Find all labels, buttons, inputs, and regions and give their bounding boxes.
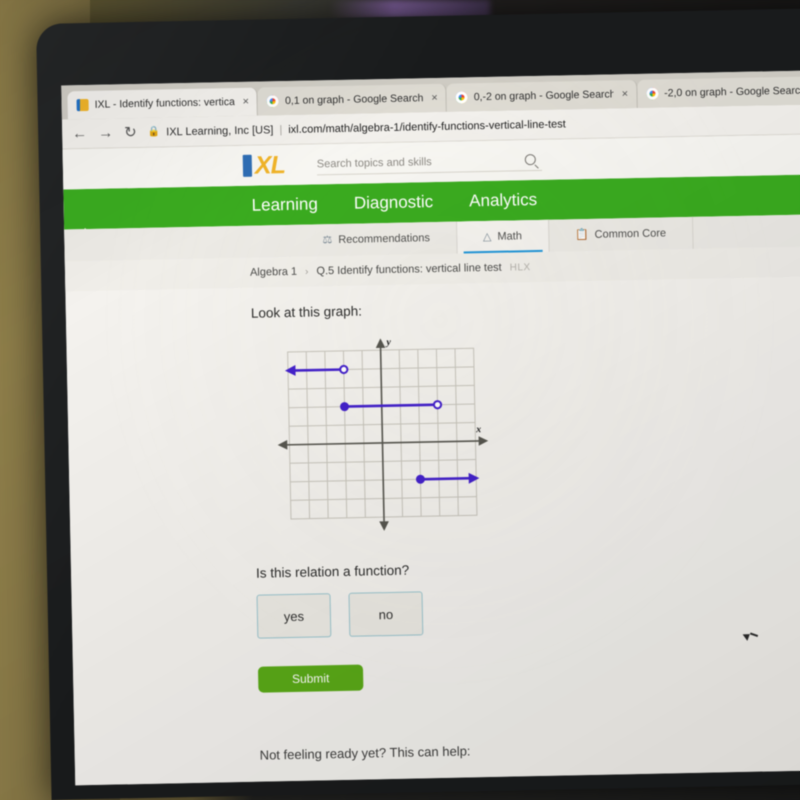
subnav-item-common-core[interactable]: 📋 Common Core (548, 216, 694, 252)
tab-title: IXL - Identify functions: vertica (94, 96, 235, 111)
browser-tab-0[interactable]: IXL - Identify functions: vertica × (67, 87, 259, 120)
search-placeholder: Search topics and skills (316, 155, 432, 170)
recommendations-icon: ⚖ (322, 233, 333, 246)
skill-code-badge: HLX (509, 261, 531, 274)
browser-tab-3[interactable]: -2,0 on graph - Google Search × (636, 76, 800, 108)
submit-button[interactable]: Submit (257, 664, 364, 693)
search-input[interactable]: Search topics and skills (316, 148, 543, 176)
close-icon[interactable]: × (242, 96, 249, 108)
nav-item-learning[interactable]: Learning (251, 194, 318, 215)
answer-option-yes[interactable]: yes (256, 593, 332, 639)
breadcrumb-course[interactable]: Algebra 1 (250, 266, 297, 279)
nav-item-analytics[interactable]: Analytics (469, 190, 537, 211)
subnav-label: Common Core (594, 227, 667, 241)
subnav-item-recommendations[interactable]: ⚖ Recommendations (296, 221, 458, 257)
tab-title: -2,0 on graph - Google Search (664, 84, 800, 100)
math-icon: △ (482, 230, 492, 243)
tab-title: 0,-2 on graph - Google Search (473, 88, 614, 104)
subnav-item-math[interactable]: △ Math (456, 219, 550, 254)
closed-circle-endpoint (415, 474, 425, 484)
subnav-label: Recommendations (338, 232, 431, 246)
closed-circle-endpoint (340, 402, 350, 412)
google-favicon-icon (266, 95, 280, 108)
lock-icon: 🔒 (147, 126, 161, 138)
segment-upper-left-ray (291, 368, 344, 372)
laptop-frame: IXL - Identify functions: vertica × 0,1 … (36, 8, 800, 800)
ixl-logo[interactable]: XL (242, 150, 286, 180)
y-axis-label: y (385, 337, 391, 348)
ixl-page: XL Search topics and skills J Learning D… (62, 133, 800, 786)
google-favicon-icon (455, 91, 468, 104)
answer-option-no[interactable]: no (348, 591, 424, 637)
back-button[interactable]: ← (72, 125, 87, 142)
graph-svg: y x (277, 337, 489, 531)
tab-title: 0,1 on graph - Google Search (284, 92, 424, 108)
logo-bar-icon (242, 154, 253, 177)
url-text: ixl.com/math/algebra-1/identify-function… (288, 117, 566, 136)
site-identity-label: IXL Learning, Inc [US] (166, 123, 274, 138)
question-area: Look at this graph: y x Is this relation… (65, 275, 800, 766)
open-circle-endpoint (339, 364, 349, 375)
nav-item-diagnostic[interactable]: Diagnostic (354, 192, 434, 214)
question-text: Is this relation a function? (255, 562, 410, 581)
coordinate-graph: y x (273, 330, 492, 549)
reload-button[interactable]: ↻ (124, 124, 137, 141)
segment-middle (344, 403, 438, 408)
clipboard-icon: 📋 (574, 228, 589, 241)
browser-tab-1[interactable]: 0,1 on graph - Google Search × (257, 83, 448, 116)
ixl-favicon-icon (76, 98, 89, 112)
chevron-right-icon: › (305, 266, 309, 278)
close-icon[interactable]: × (622, 88, 629, 100)
omnibox-divider: | (279, 123, 283, 136)
arrow-right-icon (468, 472, 480, 484)
search-icon[interactable] (524, 153, 536, 166)
close-icon[interactable]: × (431, 92, 438, 104)
browser-window: IXL - Identify functions: vertica × 0,1 … (61, 69, 800, 786)
nav-active-caret-icon (78, 227, 93, 236)
breadcrumb-skill: Q.5 Identify functions: vertical line te… (316, 261, 502, 278)
forward-button[interactable]: → (98, 124, 113, 141)
question-prompt: Look at this graph: (250, 303, 363, 321)
browser-tab-2[interactable]: 0,-2 on graph - Google Search × (446, 79, 638, 112)
arrow-left-icon (284, 365, 296, 376)
google-favicon-icon (646, 87, 659, 100)
subnav-label: Math (497, 230, 523, 243)
answer-choices: yes no (256, 582, 800, 639)
x-axis-label: x (475, 424, 481, 435)
help-hint-text: Not feeling ready yet? This can help: (259, 743, 471, 763)
segment-lower-right-ray (420, 476, 473, 481)
open-circle-endpoint (432, 400, 443, 410)
logo-xl-text: XL (254, 150, 286, 180)
